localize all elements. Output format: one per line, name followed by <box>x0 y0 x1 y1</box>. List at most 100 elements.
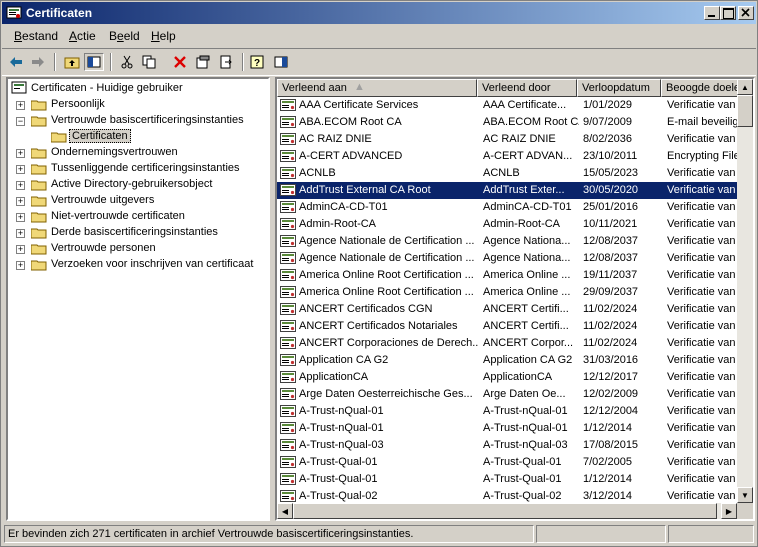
table-row[interactable]: Application CA G2 Application CA G2 31/03/… <box>277 352 737 369</box>
cell-issued-to: A-Trust-nQual-03 <box>299 439 384 451</box>
toolbar-separator <box>242 53 244 71</box>
cell-intended-purposes: Verificatie van <box>667 201 736 213</box>
table-row[interactable]: Admin-Root-CA Admin-Root-CA 10/11/2021 Veri… <box>277 216 737 233</box>
export-button[interactable] <box>216 53 236 71</box>
tree-item-vertrouwde-basis[interactable]: − Vertrouwde basiscertificeringsinstanti… <box>8 113 268 129</box>
horizontal-scrollbar[interactable]: ◀ ▶ <box>277 503 737 519</box>
cell-intended-purposes: Verificatie van <box>667 167 736 179</box>
scroll-left-button[interactable]: ◀ <box>277 503 293 519</box>
up-folder-button[interactable] <box>62 53 82 71</box>
properties-button[interactable] <box>193 53 213 71</box>
expand-plus-icon[interactable]: + <box>16 197 25 206</box>
show-tree-button[interactable] <box>84 53 104 71</box>
table-row[interactable]: AddTrust External CA Root AddTrust Exter.… <box>277 182 737 199</box>
cell-issued-by: America Online ... <box>483 286 571 298</box>
menu-help[interactable]: Help <box>151 29 176 43</box>
column-header-label: Verloopdatum <box>582 82 650 94</box>
folder-icon <box>31 100 47 111</box>
expand-plus-icon[interactable]: + <box>16 245 25 254</box>
tree-item-vertrouwde-personen[interactable]: + Vertrouwde personen <box>8 241 268 257</box>
table-row[interactable]: A-Trust-nQual-01 A-Trust-nQual-01 12/12/20… <box>277 403 737 420</box>
scroll-right-button[interactable]: ▶ <box>721 503 737 519</box>
table-row[interactable]: A-Trust-nQual-01 A-Trust-nQual-01 1/12/201… <box>277 420 737 437</box>
vertical-scrollbar[interactable]: ▲ ▼ <box>737 79 753 503</box>
tree-item-certificaten[interactable]: Certificaten <box>8 129 268 145</box>
column-header-beoogde-doeleinden[interactable]: Beoogde doele <box>661 79 741 97</box>
table-row[interactable]: A-CERT ADVANCED A-CERT ADVAN... 23/10/2011… <box>277 148 737 165</box>
cell-issued-to: ABA.ECOM Root CA <box>299 116 402 128</box>
tree-item-active-directory[interactable]: + Active Directory-gebruikersobject <box>8 177 268 193</box>
cell-intended-purposes: Verificatie van <box>667 371 736 383</box>
table-row[interactable]: ANCERT Corporaciones de Derech... ANCERT … <box>277 335 737 352</box>
scroll-thumb[interactable] <box>737 95 753 127</box>
cell-expiration-date: 11/02/2024 <box>583 337 638 349</box>
scroll-up-button[interactable]: ▲ <box>737 79 753 95</box>
expand-plus-icon[interactable]: + <box>16 181 25 190</box>
table-row[interactable]: ABA.ECOM Root CA ABA.ECOM Root CA 9/07/200… <box>277 114 737 131</box>
menu-beeld[interactable]: Beeld <box>109 29 140 43</box>
table-row[interactable]: Arge Daten Oesterreichische Ges... Arge D… <box>277 386 737 403</box>
table-row[interactable]: Agence Nationale de Certification ... Age… <box>277 250 737 267</box>
delete-button[interactable] <box>170 53 190 71</box>
table-row[interactable]: ACNLB ACNLB 15/05/2023 Verificatie van <box>277 165 737 182</box>
cell-expiration-date: 25/01/2016 <box>583 201 639 213</box>
column-header-verleend-door[interactable]: Verleend door <box>477 79 577 97</box>
table-row[interactable]: A-Trust-Qual-01 A-Trust-Qual-01 1/12/2014 V… <box>277 471 737 488</box>
minimize-button[interactable] <box>704 6 720 20</box>
help-button[interactable]: ? <box>248 53 268 71</box>
hscroll-thumb[interactable] <box>293 503 717 519</box>
cell-issued-by: ApplicationCA <box>483 371 553 383</box>
expand-plus-icon[interactable]: + <box>16 229 25 238</box>
cell-issued-by: ABA.ECOM Root CA <box>483 116 579 128</box>
table-row[interactable]: ANCERT Certificados CGN ANCERT Certifi...… <box>277 301 737 318</box>
table-row[interactable]: AAA Certificate Services AAA Certificate.… <box>277 97 737 114</box>
copy-icon <box>142 55 156 69</box>
table-row[interactable]: AC RAIZ DNIE AC RAIZ DNIE 8/02/2036 Verific… <box>277 131 737 148</box>
table-row[interactable]: ANCERT Certificados Notariales ANCERT Cer… <box>277 318 737 335</box>
menu-bestand[interactable]: Bestand <box>14 29 58 43</box>
table-row[interactable]: A-Trust-nQual-03 A-Trust-nQual-03 17/08/20… <box>277 437 737 454</box>
table-row[interactable]: A-Trust-Qual-01 A-Trust-Qual-01 7/02/2005 V… <box>277 454 737 471</box>
tree-item-tussenliggende[interactable]: + Tussenliggende certificeringsinstantie… <box>8 161 268 177</box>
status-bar: Er bevinden zich 271 certificaten in arc… <box>2 524 756 544</box>
title-bar[interactable]: Certificaten <box>2 2 756 24</box>
console-tree: Certificaten - Huidige gebruiker + Perso… <box>6 77 270 521</box>
table-row[interactable]: America Online Root Certification ... Ame… <box>277 267 737 284</box>
cell-expiration-date: 8/02/2036 <box>583 133 632 145</box>
scroll-down-button[interactable]: ▼ <box>737 487 753 503</box>
close-button[interactable] <box>738 6 754 20</box>
cell-intended-purposes: Verificatie van <box>667 473 736 485</box>
tree-item-niet-vertrouwde[interactable]: + Niet-vertrouwde certificaten <box>8 209 268 225</box>
tree-item-persoonlijk[interactable]: + Persoonlijk <box>8 97 268 113</box>
cell-issued-by: AdminCA-CD-T01 <box>483 201 572 213</box>
tree-item-ondernemingsvertrouwen[interactable]: + Ondernemingsvertrouwen <box>8 145 268 161</box>
cut-button[interactable] <box>117 53 137 71</box>
copy-button[interactable] <box>139 53 159 71</box>
certificate-icon <box>280 218 296 230</box>
expand-plus-icon[interactable]: + <box>16 101 25 110</box>
toolbar-separator <box>54 53 56 71</box>
folder-icon <box>31 244 47 255</box>
expand-plus-icon[interactable]: + <box>16 261 25 270</box>
expand-plus-icon[interactable]: + <box>16 165 25 174</box>
menu-actie[interactable]: Actie <box>69 29 96 43</box>
back-button[interactable] <box>6 53 26 71</box>
help-icon: ? <box>250 55 264 69</box>
export-icon <box>220 55 232 69</box>
tree-item-verzoeken[interactable]: + Verzoeken voor inschrijven van certifi… <box>8 257 268 273</box>
column-header-verleend-aan[interactable]: Verleend aan ▲ <box>277 79 477 97</box>
column-header-verloopdatum[interactable]: Verloopdatum <box>577 79 661 97</box>
tree-item-vertrouwde-uitgevers[interactable]: + Vertrouwde uitgevers <box>8 193 268 209</box>
tree-item-derde-basis[interactable]: + Derde basiscertificeringsinstanties <box>8 225 268 241</box>
expand-plus-icon[interactable]: + <box>16 149 25 158</box>
forward-button[interactable] <box>28 53 48 71</box>
table-row[interactable]: America Online Root Certification ... Ame… <box>277 284 737 301</box>
maximize-button[interactable] <box>720 6 736 20</box>
collapse-minus-icon[interactable]: − <box>16 117 25 126</box>
table-row[interactable]: Agence Nationale de Certification ... Age… <box>277 233 737 250</box>
table-row[interactable]: ApplicationCA ApplicationCA 12/12/2017 Veri… <box>277 369 737 386</box>
cell-issued-by: ANCERT Certifi... <box>483 320 569 332</box>
table-row[interactable]: AdminCA-CD-T01 AdminCA-CD-T01 25/01/2016 Ve… <box>277 199 737 216</box>
expand-plus-icon[interactable]: + <box>16 213 25 222</box>
details-pane-button[interactable] <box>271 53 291 71</box>
